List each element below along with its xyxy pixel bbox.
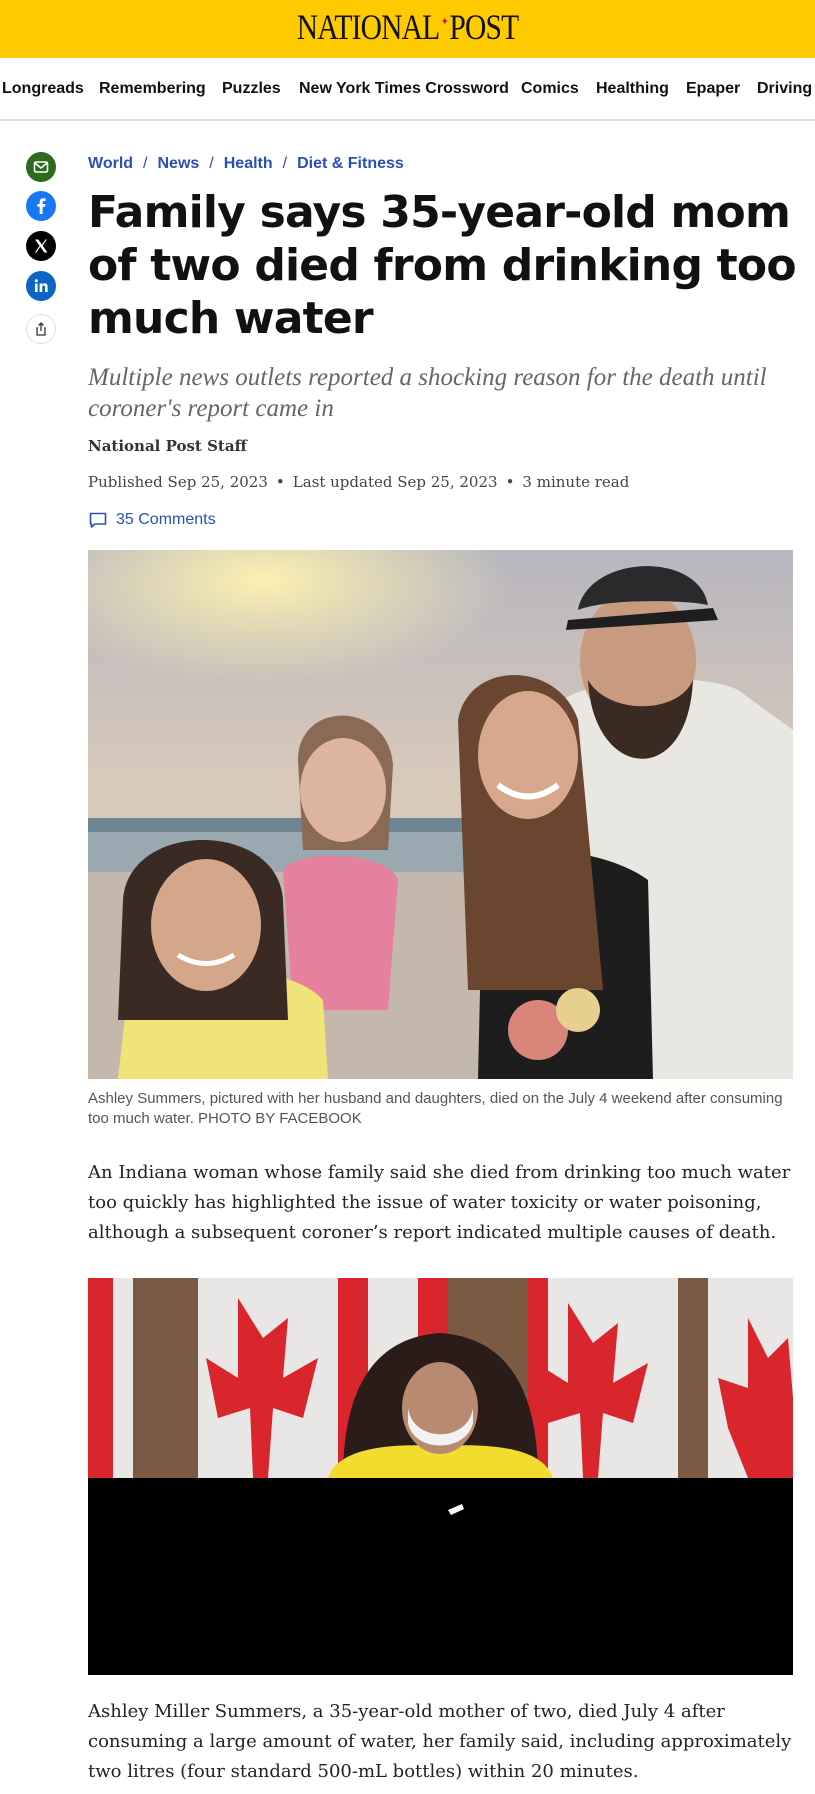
- lead-photo-caption: Ashley Summers, pictured with her husban…: [88, 1090, 783, 1127]
- article-headline: Family says 35-year-old mom of two died …: [88, 187, 797, 344]
- linkedin-icon: [26, 271, 56, 301]
- maple-leaf-icon: ✦: [441, 16, 449, 28]
- article-paragraph: An Indiana woman whose family said she d…: [88, 1162, 791, 1243]
- family-photo-image: [88, 550, 793, 1079]
- share-facebook-button[interactable]: [26, 191, 56, 221]
- meta-separator: •: [505, 473, 515, 491]
- breadcrumb: World / News / Health / Diet & Fitness: [88, 155, 404, 173]
- share-x-button[interactable]: [26, 231, 56, 261]
- article-meta: Published Sep 25, 2023 • Last updated Sep …: [88, 473, 629, 491]
- comments-count: 35 Comments: [116, 511, 216, 528]
- breadcrumb-separator: /: [282, 155, 288, 172]
- email-icon: [26, 152, 56, 182]
- updated-date: Last updated Sep 25, 2023: [292, 473, 498, 491]
- article-author[interactable]: National Post Staff: [88, 437, 247, 455]
- read-time: 3 minute read: [522, 473, 630, 491]
- article-deck: Multiple news outlets reported a shockin…: [88, 364, 767, 422]
- share-icon: [26, 314, 56, 344]
- comments-link[interactable]: 35 Comments: [88, 510, 216, 530]
- nav-item-comics[interactable]: Comics: [521, 80, 579, 98]
- logo-text-right: POST: [449, 7, 519, 47]
- comment-icon: [89, 512, 107, 528]
- masthead: NATIONAL ✦POST: [0, 0, 815, 58]
- share-linkedin-button[interactable]: [26, 271, 56, 301]
- nav-item-puzzles[interactable]: Puzzles: [222, 80, 281, 98]
- breadcrumb-separator: /: [209, 155, 214, 172]
- x-icon: [26, 231, 56, 261]
- lead-photo[interactable]: [88, 550, 793, 1079]
- logo-text-left: NATIONAL: [296, 7, 440, 47]
- published-date: Published Sep 25, 2023: [88, 473, 268, 491]
- nav-item-epaper[interactable]: Epaper: [686, 80, 740, 98]
- breadcrumb-separator: /: [143, 155, 148, 172]
- main-nav: Longreads Remembering Puzzles New York T…: [0, 58, 815, 121]
- article-paragraph: Ashley Miller Summers, a 35-year-old mot…: [88, 1701, 792, 1782]
- nav-item-healthing[interactable]: Healthing: [596, 80, 669, 98]
- nav-item-longreads[interactable]: Longreads: [2, 80, 84, 98]
- meta-separator: •: [275, 473, 285, 491]
- nav-item-driving[interactable]: Driving: [757, 80, 812, 98]
- share-email-button[interactable]: [26, 152, 56, 182]
- breadcrumb-diet-fitness[interactable]: Diet & Fitness: [297, 155, 404, 172]
- nav-item-nyt-crossword[interactable]: New York Times Crossword: [299, 80, 509, 98]
- national-post-logo[interactable]: NATIONAL ✦POST: [73, 6, 741, 48]
- nav-item-remembering[interactable]: Remembering: [99, 80, 206, 98]
- breadcrumb-health[interactable]: Health: [224, 155, 273, 172]
- video-thumbnail-image: [88, 1278, 793, 1675]
- breadcrumb-world[interactable]: World: [88, 155, 133, 172]
- breadcrumb-news[interactable]: News: [157, 155, 199, 172]
- share-more-button[interactable]: [26, 314, 56, 344]
- embedded-video-player[interactable]: [88, 1278, 793, 1675]
- facebook-icon: [26, 191, 56, 221]
